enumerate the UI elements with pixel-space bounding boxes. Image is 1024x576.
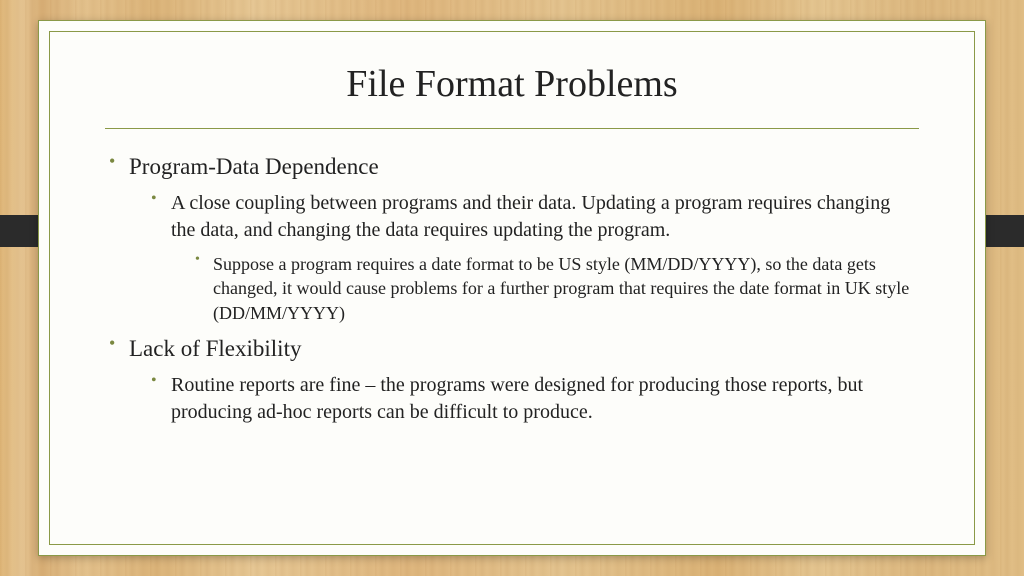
bullet-text: A close coupling between programs and th… xyxy=(171,190,919,244)
bullet-text: Suppose a program requires a date format… xyxy=(213,252,919,325)
slide-title: File Format Problems xyxy=(105,62,919,106)
list-item: A close coupling between programs and th… xyxy=(149,190,919,325)
list-item: Suppose a program requires a date format… xyxy=(193,252,919,325)
sub-list: Routine reports are fine – the programs … xyxy=(149,372,919,426)
sub-list: A close coupling between programs and th… xyxy=(149,190,919,325)
bullet-text: Lack of Flexibility xyxy=(129,333,919,364)
slide-frame-inner: File Format Problems Program-Data Depend… xyxy=(49,31,975,545)
list-item: Routine reports are fine – the programs … xyxy=(149,372,919,426)
sub-sub-list: Suppose a program requires a date format… xyxy=(193,252,919,325)
decoration-bracket-right xyxy=(982,215,1024,247)
title-divider xyxy=(105,128,919,129)
bullet-text: Routine reports are fine – the programs … xyxy=(171,372,919,426)
slide-frame-outer: File Format Problems Program-Data Depend… xyxy=(38,20,986,556)
decoration-bracket-left xyxy=(0,215,42,247)
list-item: Lack of Flexibility Routine reports are … xyxy=(105,333,919,426)
bullet-text: Program-Data Dependence xyxy=(129,151,919,182)
bullet-list: Program-Data Dependence A close coupling… xyxy=(105,151,919,426)
list-item: Program-Data Dependence A close coupling… xyxy=(105,151,919,325)
